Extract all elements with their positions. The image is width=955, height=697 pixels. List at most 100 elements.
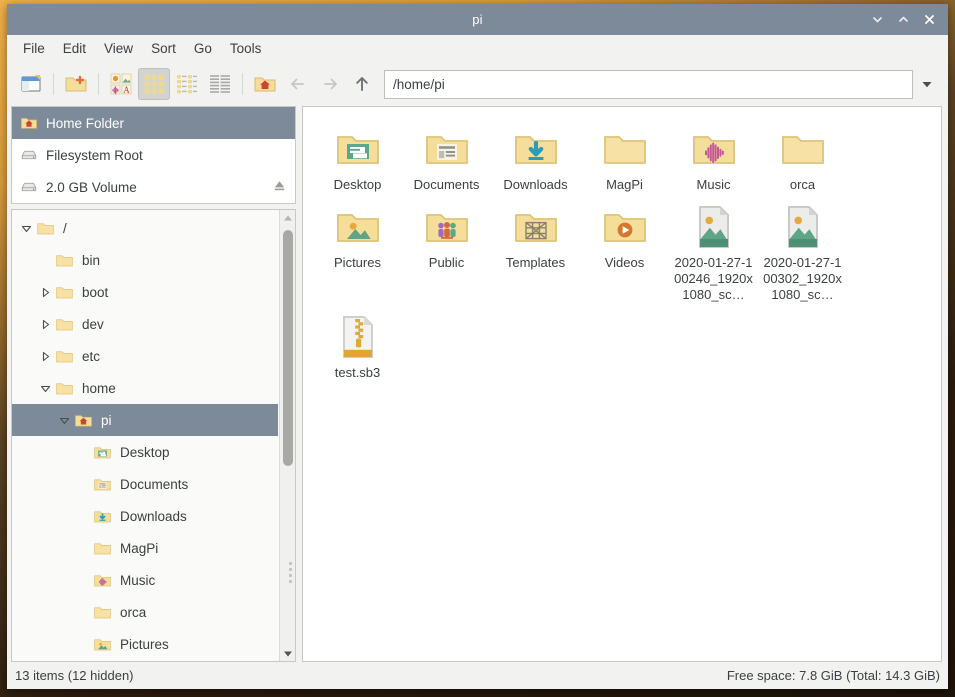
file-item[interactable]: 2020-01-27-100302_1920x1080_sc…	[758, 195, 847, 305]
file-label: 2020-01-27-100246_1920x1080_sc…	[674, 255, 753, 302]
file-label: test.sb3	[334, 365, 381, 380]
home-folder-icon	[254, 77, 276, 92]
tree-expander[interactable]	[37, 316, 53, 332]
file-label: Videos	[604, 255, 645, 270]
file-item[interactable]: orca	[758, 117, 847, 195]
scrollbar-grip	[289, 562, 293, 584]
tree-expander[interactable]	[56, 412, 72, 428]
tree-expander[interactable]	[75, 636, 91, 652]
tree-expander[interactable]	[75, 572, 91, 588]
place-filesystem-root[interactable]: Filesystem Root	[12, 139, 295, 171]
tree-item-Downloads[interactable]: Downloads	[12, 500, 278, 532]
tree-expander[interactable]	[75, 444, 91, 460]
menu-tools[interactable]: Tools	[222, 38, 270, 59]
tree-expander[interactable]	[18, 220, 34, 236]
tree-expander[interactable]	[37, 284, 53, 300]
sidebar: Home Folder Filesystem Root 2.0 GB Volum…	[11, 106, 296, 662]
file-label: Music	[696, 177, 731, 192]
tree-scrollbar-thumb[interactable]	[283, 230, 293, 466]
folder-icon	[55, 382, 73, 394]
tree-item-bin[interactable]: bin	[12, 244, 278, 276]
menu-view[interactable]: View	[96, 38, 141, 59]
toolbar-separator	[53, 73, 54, 95]
tree-item-label: Documents	[120, 476, 189, 492]
tree-expander[interactable]	[75, 540, 91, 556]
file-item[interactable]: Public	[402, 195, 491, 305]
tree-item-Documents[interactable]: Documents	[12, 468, 278, 500]
file-item[interactable]: test.sb3	[313, 305, 402, 383]
home-button[interactable]	[249, 68, 281, 100]
tree-expander[interactable]	[37, 348, 53, 364]
scroll-up-button[interactable]	[280, 210, 295, 225]
maximize-button[interactable]	[890, 7, 916, 33]
view-detailed-button[interactable]	[204, 68, 236, 100]
tree-item-label: MagPi	[120, 540, 159, 556]
menu-go[interactable]: Go	[186, 38, 220, 59]
arrow-right-icon	[323, 78, 337, 90]
view-icons-button[interactable]	[138, 68, 170, 100]
expander-open-icon	[40, 385, 50, 392]
tree-item-boot[interactable]: boot	[12, 276, 278, 308]
window-controls	[864, 4, 942, 35]
tree-item-dev[interactable]: dev	[12, 308, 278, 340]
place-2gb-volume[interactable]: 2.0 GB Volume	[12, 171, 295, 203]
menu-file[interactable]: File	[15, 38, 53, 59]
eject-button[interactable]	[272, 178, 287, 196]
up-button[interactable]	[346, 69, 377, 100]
scroll-down-button[interactable]	[280, 646, 295, 661]
file-item[interactable]: 2020-01-27-100246_1920x1080_sc…	[669, 195, 758, 305]
file-list-view[interactable]: Desktop Documents Downloads MagPi Music orca P…	[302, 106, 942, 662]
tree-scrollbar[interactable]	[279, 210, 295, 661]
tree-item-icon	[91, 635, 113, 654]
path-dropdown-button[interactable]	[914, 70, 940, 99]
new-folder-button[interactable]	[60, 68, 92, 100]
tree-item-orca[interactable]: orca	[12, 596, 278, 628]
close-icon	[924, 15, 934, 24]
file-item[interactable]: Downloads	[491, 117, 580, 195]
tree-expander[interactable]	[75, 508, 91, 524]
tree-expander[interactable]	[75, 604, 91, 620]
file-item[interactable]: Templates	[491, 195, 580, 305]
new-tab-button[interactable]	[15, 68, 47, 100]
minimize-button[interactable]	[864, 7, 890, 33]
tree-item-Music[interactable]: Music	[12, 564, 278, 596]
file-icon	[601, 199, 649, 251]
view-compact-button[interactable]	[171, 68, 203, 100]
tree-item-label: boot	[82, 284, 109, 300]
forward-button[interactable]	[314, 69, 345, 100]
file-item[interactable]: MagPi	[580, 117, 669, 195]
file-item[interactable]: Documents	[402, 117, 491, 195]
folder-documents-icon	[93, 478, 111, 490]
folder-icon	[93, 606, 111, 618]
tree-item-icon	[91, 475, 113, 494]
file-item[interactable]: Music	[669, 117, 758, 195]
menu-edit[interactable]: Edit	[55, 38, 94, 59]
tree-item-home[interactable]: home	[12, 372, 278, 404]
folder-pictures-icon	[93, 638, 111, 650]
tree-expander[interactable]	[37, 252, 53, 268]
file-item[interactable]: Pictures	[313, 195, 402, 305]
file-item[interactable]: Videos	[580, 195, 669, 305]
tree-item-label: Desktop	[120, 444, 170, 460]
tree-item-label: Pictures	[120, 636, 169, 652]
view-icons-thumbnail-button[interactable]: A	[105, 68, 137, 100]
file-item[interactable]: Desktop	[313, 117, 402, 195]
tree-expander[interactable]	[37, 380, 53, 396]
place-home-folder[interactable]: Home Folder	[12, 107, 295, 139]
close-button[interactable]	[916, 7, 942, 33]
tree-item-MagPi[interactable]: MagPi	[12, 532, 278, 564]
path-input[interactable]: /home/pi	[384, 69, 913, 99]
file-label: Desktop	[333, 177, 382, 192]
tree-item-label: bin	[82, 252, 101, 268]
tree-item-Pictures[interactable]: Pictures	[12, 628, 278, 660]
drive-icon	[21, 150, 37, 160]
tree-item-[interactable]: /	[12, 212, 278, 244]
tree-item-etc[interactable]: etc	[12, 340, 278, 372]
back-button[interactable]	[282, 69, 313, 100]
tree-item-icon	[53, 283, 75, 302]
menu-sort[interactable]: Sort	[143, 38, 184, 59]
tree-expander[interactable]	[75, 476, 91, 492]
tree-item-Desktop[interactable]: Desktop	[12, 436, 278, 468]
new-folder-icon	[65, 75, 87, 92]
tree-item-pi[interactable]: pi	[12, 404, 278, 436]
